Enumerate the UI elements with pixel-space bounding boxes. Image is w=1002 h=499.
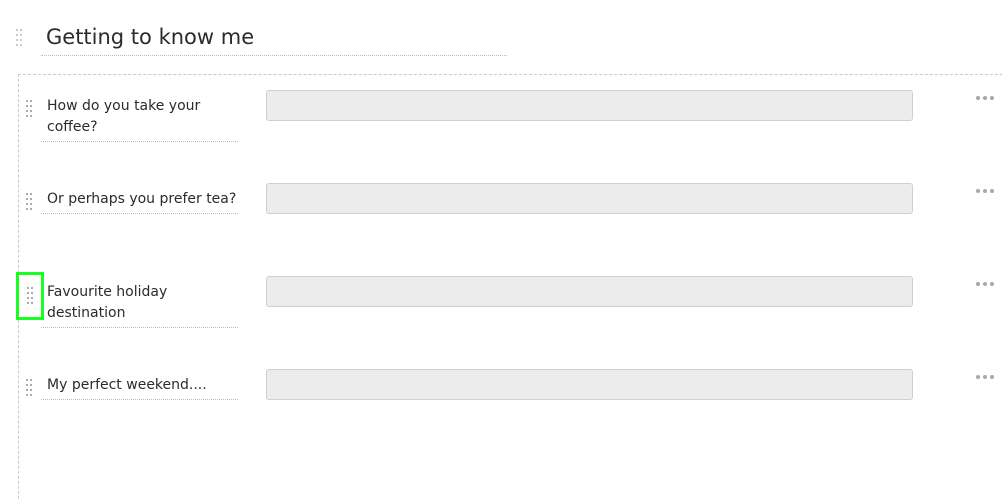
- question-row: How do you take your coffee?: [0, 90, 1002, 150]
- more-options-icon[interactable]: [976, 372, 994, 382]
- question-answer-field[interactable]: [266, 369, 913, 400]
- more-options-icon[interactable]: [976, 279, 994, 289]
- question-label[interactable]: Or perhaps you prefer tea?: [41, 189, 238, 214]
- question-label[interactable]: Favourite holiday destination: [41, 282, 238, 328]
- question-row: My perfect weekend....: [0, 369, 1002, 429]
- question-label[interactable]: How do you take your coffee?: [41, 96, 238, 142]
- section-drag-handle-icon[interactable]: [12, 27, 26, 49]
- question-label[interactable]: My perfect weekend....: [41, 375, 238, 400]
- section-title[interactable]: Getting to know me: [41, 22, 507, 56]
- more-options-icon[interactable]: [976, 186, 994, 196]
- form-page: Getting to know me How do you take your …: [0, 0, 1002, 499]
- question-answer-field[interactable]: [266, 276, 913, 307]
- question-answer-field[interactable]: [266, 183, 913, 214]
- question-row: Or perhaps you prefer tea?: [0, 183, 1002, 243]
- question-row: Favourite holiday destination: [0, 272, 1002, 336]
- drag-handle-icon[interactable]: [22, 191, 36, 213]
- question-answer-field[interactable]: [266, 90, 913, 121]
- more-options-icon[interactable]: [976, 93, 994, 103]
- drag-handle-icon[interactable]: [22, 377, 36, 399]
- drag-handle-icon[interactable]: [22, 98, 36, 120]
- drag-handle-icon[interactable]: [16, 272, 44, 320]
